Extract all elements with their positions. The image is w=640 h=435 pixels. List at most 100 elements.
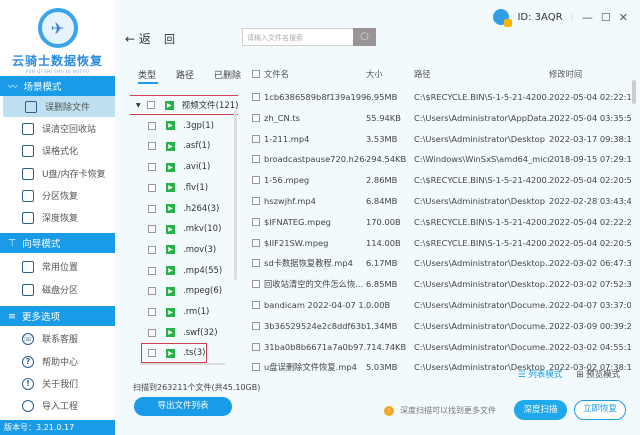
table-row[interactable]: bandicam 2022-04-07 1... 0.00B C:\Users\Ad…: [248, 295, 632, 315]
table-row[interactable]: 1cb6386589b8f139a199... 6.95MB C:\$RECYCLE…: [248, 87, 632, 107]
tree-item[interactable]: ▶ .asf(1): [142, 137, 210, 155]
checkbox[interactable]: [252, 342, 260, 351]
sidebar-item-deleted-files[interactable]: 误删除文件: [3, 96, 115, 117]
checkbox[interactable]: [148, 349, 156, 358]
info-icon: !: [22, 377, 34, 390]
cell: 2022-05-04 02:20:56: [549, 237, 631, 248]
table-row[interactable]: 1-56.mpeg 2.86MB C:\$RECYCLE.BIN\S-1-5-21-…: [248, 170, 632, 190]
section-wizard-mode[interactable]: ⊤ 向导模式: [0, 233, 115, 253]
list-mode-button[interactable]: ☰ 列表模式: [518, 368, 562, 380]
table-scrollbar[interactable]: [632, 80, 636, 104]
export-list-button[interactable]: 导出文件列表: [134, 397, 232, 416]
table-row[interactable]: zh_CN.ts 55.94KB C:\Users\Administrator\Ap…: [248, 108, 632, 128]
video-file-icon: ▶: [166, 204, 175, 213]
tree-item[interactable]: ▶ .mp4(55): [142, 262, 222, 280]
sidebar-item-usb[interactable]: U盘/内存卡恢复: [0, 163, 115, 184]
table-row[interactable]: $IIF21SW.mpeg 114.00B C:\$RECYCLE.BIN\S-1-…: [248, 233, 632, 253]
help-icon: ?: [22, 355, 34, 368]
checkbox[interactable]: [148, 245, 156, 254]
back-button[interactable]: ← 返: [125, 30, 151, 47]
checkbox[interactable]: [252, 238, 260, 247]
sidebar-item-disk-partition[interactable]: 磁盘分区: [0, 279, 115, 300]
table-row[interactable]: 1-211.mp4 3.53MB C:\Users\Administrator\De…: [248, 129, 632, 149]
tree-item[interactable]: ▶ .3gp(1): [142, 117, 214, 135]
checkbox[interactable]: [252, 363, 260, 372]
checkbox[interactable]: [148, 328, 156, 337]
tree-item[interactable]: ▶ .swf(32): [142, 324, 218, 342]
tree-item[interactable]: ▶ .flv(1): [142, 179, 208, 197]
checkbox[interactable]: [252, 321, 260, 330]
tab-type[interactable]: 类型: [138, 68, 156, 81]
tab-path[interactable]: 路径: [176, 68, 194, 81]
sidebar-item-about[interactable]: ! 关于我们: [0, 373, 115, 394]
maximize-icon[interactable]: ☐: [601, 11, 611, 24]
sidebar-item-help[interactable]: ? 帮助中心: [0, 351, 115, 372]
checkbox[interactable]: [252, 259, 260, 268]
close-icon[interactable]: ✕: [619, 11, 628, 24]
table-row[interactable]: 回收站清空的文件怎么恢... 6.85MB C:\Users\Administrat…: [248, 274, 632, 294]
tree-item[interactable]: ▶ .avi(1): [142, 158, 210, 176]
search-input[interactable]: 请输入文件名搜索: [242, 28, 354, 46]
cell: $IFNATEG.mpeg: [264, 216, 331, 227]
section-scene-mode[interactable]: 〰场景模式: [0, 76, 115, 96]
checkbox[interactable]: [148, 204, 156, 213]
sidebar-item-partition[interactable]: 分区恢复: [0, 185, 115, 206]
search-icon: ○: [360, 31, 369, 42]
checkbox[interactable]: [252, 70, 260, 78]
checkbox[interactable]: [148, 183, 156, 192]
recover-now-button[interactable]: 立即恢复: [574, 400, 626, 420]
checkbox[interactable]: [148, 121, 156, 130]
checkbox[interactable]: [252, 197, 260, 205]
tree-item[interactable]: ▶ .h264(3): [142, 200, 219, 218]
refresh-button[interactable]: 回: [164, 31, 175, 47]
checkbox[interactable]: [148, 163, 156, 172]
tree-item-video-files[interactable]: ▼ ▶ 视频文件(121): [130, 95, 238, 115]
table-header: 文件名 大小 路径 修改时间: [248, 64, 632, 84]
tree-item[interactable]: ▶ .mkv(10): [142, 220, 221, 238]
table-row[interactable]: broadcastpause720.h264 294.54KB C:\Windows…: [248, 149, 632, 169]
table-row[interactable]: $IFNATEG.mpeg 170.00B C:\$RECYCLE.BIN\S-1-…: [248, 212, 632, 232]
tab-deleted[interactable]: 已删除: [214, 68, 241, 81]
sidebar-item-support[interactable]: ☏ 联系客服: [0, 328, 115, 349]
search-button[interactable]: ○: [353, 28, 376, 46]
sidebar-item-format[interactable]: 误格式化: [0, 140, 115, 161]
avatar[interactable]: [493, 9, 513, 27]
tree-item[interactable]: ▶ .ts(3): [141, 343, 207, 364]
checkbox[interactable]: [252, 134, 260, 143]
checkbox[interactable]: [252, 301, 260, 309]
checkbox[interactable]: [148, 142, 156, 151]
checkbox[interactable]: [252, 113, 260, 122]
minimize-icon[interactable]: —: [582, 11, 593, 24]
checkbox[interactable]: [252, 176, 260, 185]
checkbox[interactable]: [252, 217, 260, 226]
expand-arrow-icon[interactable]: ▼: [136, 102, 141, 109]
cell: 2022-03-02 04:55:18: [549, 341, 631, 352]
tree-scrollbar[interactable]: [234, 110, 237, 280]
checkbox[interactable]: [252, 93, 260, 101]
table-row[interactable]: 3b36529524e2c8ddf63b... 1.34MB C:\Users\Ad…: [248, 316, 632, 336]
sidebar-item-recycle-bin[interactable]: 误清空回收站: [0, 118, 115, 139]
checkbox[interactable]: [252, 280, 260, 289]
tree-item[interactable]: ▶ .mov(3): [142, 241, 216, 259]
table-row[interactable]: hszwjhf.mp4 6.84MB C:\Users\Administrator\…: [248, 191, 632, 211]
hint-text: 深度扫描可以找到更多文件: [400, 406, 496, 415]
sidebar-item-import[interactable]: 导入工程: [0, 395, 115, 416]
checkbox[interactable]: [146, 101, 155, 109]
cell: 1-211.mp4: [264, 133, 310, 144]
table-row[interactable]: sd卡数据恢复教程.mp4 6.17MB C:\Users\Administrato…: [248, 253, 632, 273]
cell: 6.84MB: [366, 196, 398, 206]
checkbox[interactable]: [148, 225, 156, 234]
checkbox[interactable]: [252, 155, 260, 164]
tree-item[interactable]: ▶ .mpeg(6): [142, 282, 222, 300]
deep-scan-button[interactable]: 深度扫描: [514, 400, 567, 420]
sidebar-item-common-locations[interactable]: 常用位置: [0, 256, 115, 277]
tree-h-scrollbar[interactable]: [140, 363, 225, 365]
checkbox[interactable]: [148, 287, 156, 296]
tree-item[interactable]: ▶ .rm(1): [142, 303, 209, 321]
preview-mode-button[interactable]: ⊞ 预览模式: [576, 368, 620, 380]
sidebar-item-deep[interactable]: 深度恢复: [0, 207, 115, 228]
table-row[interactable]: 31ba0b8b6671a7a0b97... 714.74KB C:\Users\A…: [248, 337, 632, 357]
section-more-options[interactable]: ≡ 更多选项: [0, 306, 115, 326]
checkbox[interactable]: [148, 308, 156, 316]
checkbox[interactable]: [148, 266, 156, 275]
